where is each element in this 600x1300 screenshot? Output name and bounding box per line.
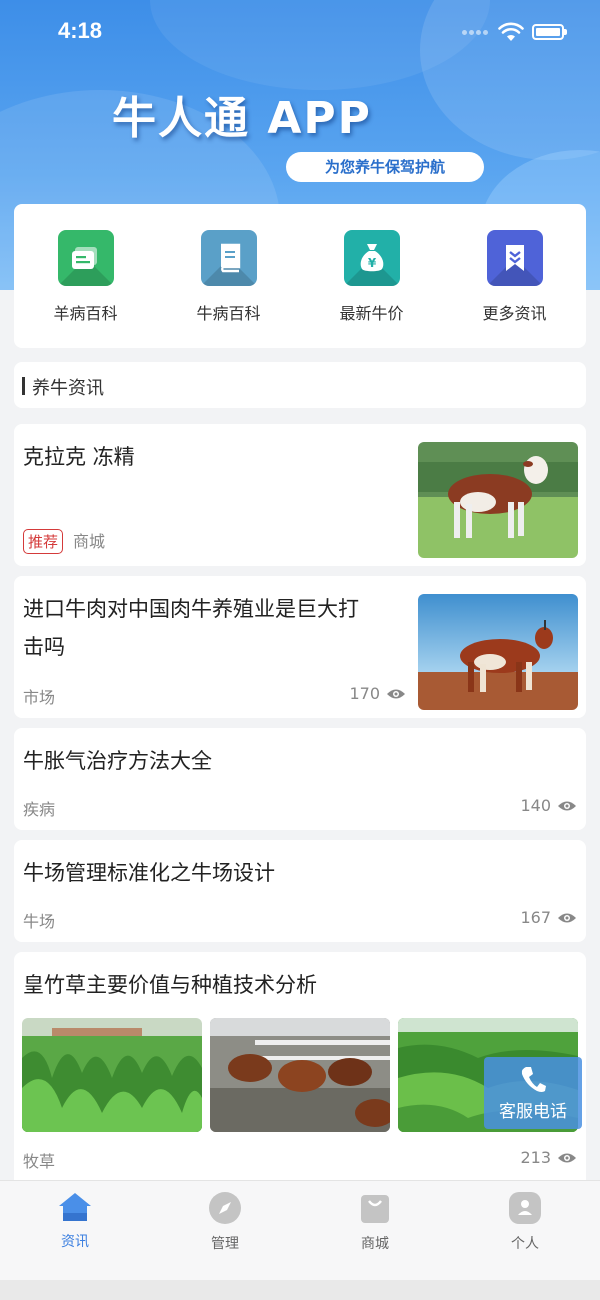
view-count-value: 170 (349, 684, 380, 703)
news-item[interactable]: 进口牛肉对中国肉牛养殖业是巨大打 击吗 市场 170 (14, 576, 586, 718)
news-item[interactable]: 牛胀气治疗方法大全 疾病 140 (14, 728, 586, 830)
quick-link-label: 牛病百科 (196, 304, 261, 323)
quick-link-sheep-disease[interactable]: 羊病百科 (26, 230, 146, 348)
news-item[interactable]: 克拉克 冻精 推荐 商城 (14, 424, 586, 566)
tab-label: 商城 (361, 1236, 389, 1252)
section-header: 养牛资讯 (14, 362, 586, 408)
news-title: 克拉克 冻精 (23, 445, 135, 469)
eye-icon (558, 913, 576, 922)
quick-link-more-news[interactable]: 更多资讯 (455, 230, 575, 348)
home-indicator-area (0, 1280, 600, 1300)
news-thumbnail (210, 1018, 390, 1132)
quick-link-label: 最新牛价 (339, 304, 404, 323)
news-title: 牛场管理标准化之牛场设计 (23, 861, 275, 885)
slogan-pill: 为您养牛保驾护航 (286, 152, 484, 182)
bookmark-icon (486, 230, 543, 286)
eye-icon (558, 801, 576, 810)
phone-icon (521, 1067, 546, 1092)
news-thumbnail (418, 594, 578, 710)
quick-link-label: 羊病百科 (53, 304, 118, 323)
news-title: 牛胀气治疗方法大全 (23, 749, 212, 773)
view-count: 213 (520, 1148, 577, 1167)
person-icon (509, 1192, 541, 1224)
bottom-tab-bar: 资讯 管理 商城 个人 (0, 1180, 600, 1280)
news-title-line: 击吗 (23, 635, 65, 659)
news-title-line: 进口牛肉对中国肉牛养殖业是巨大打 (23, 597, 359, 621)
quick-link-label: 更多资讯 (482, 304, 547, 323)
battery-icon (532, 24, 567, 40)
news-category: 牧草 (23, 1152, 56, 1171)
tab-label: 管理 (211, 1236, 239, 1252)
view-count: 140 (520, 796, 577, 815)
quick-link-cattle-disease[interactable]: 牛病百科 (169, 230, 289, 348)
news-item[interactable]: 牛场管理标准化之牛场设计 牛场 167 (14, 840, 586, 942)
svg-text:¥: ¥ (367, 256, 376, 270)
recommend-badge: 推荐 (23, 529, 64, 554)
signal-dots-icon (462, 30, 490, 36)
section-title: 养牛资讯 (32, 378, 104, 399)
tab-shop[interactable]: 商城 (300, 1181, 450, 1280)
news-thumbnail (22, 1018, 202, 1132)
compass-icon (209, 1192, 241, 1224)
news-category: 商城 (73, 532, 106, 551)
view-count: 167 (520, 908, 577, 927)
view-count-value: 140 (520, 796, 551, 815)
eye-icon (558, 1153, 576, 1162)
customer-service-button[interactable]: 客服电话 (484, 1057, 582, 1129)
news-title: 进口牛肉对中国肉牛养殖业是巨大打 击吗 (23, 590, 359, 666)
tab-news[interactable]: 资讯 (0, 1181, 150, 1280)
news-category: 市场 (23, 688, 56, 707)
app-title: 牛人通 APP (112, 93, 372, 144)
money-bag-icon: ¥ (343, 230, 400, 286)
view-count-value: 167 (520, 908, 551, 927)
customer-service-label: 客服电话 (499, 1102, 567, 1122)
news-category: 牛场 (23, 912, 56, 931)
quick-links-card: 羊病百科 牛病百科 ¥ 最新牛价 更多资讯 (14, 204, 586, 348)
eye-icon (387, 689, 405, 698)
shopping-bag-icon (361, 1195, 389, 1223)
view-count: 170 (349, 684, 406, 703)
notebook-icon (200, 230, 257, 286)
news-title: 皇竹草主要价值与种植技术分析 (23, 973, 317, 997)
wifi-icon (498, 22, 524, 41)
section-marker (22, 377, 25, 395)
quick-link-cattle-price[interactable]: ¥ 最新牛价 (312, 230, 432, 348)
tab-manage[interactable]: 管理 (150, 1181, 300, 1280)
home-icon (59, 1193, 91, 1221)
news-thumbnail (418, 442, 578, 558)
tab-label: 资讯 (61, 1234, 89, 1250)
book-stack-icon (57, 230, 114, 286)
news-category: 疾病 (23, 800, 56, 819)
tab-label: 个人 (511, 1236, 539, 1252)
tab-profile[interactable]: 个人 (450, 1181, 600, 1280)
view-count-value: 213 (520, 1148, 551, 1167)
status-time: 4:18 (58, 18, 103, 43)
